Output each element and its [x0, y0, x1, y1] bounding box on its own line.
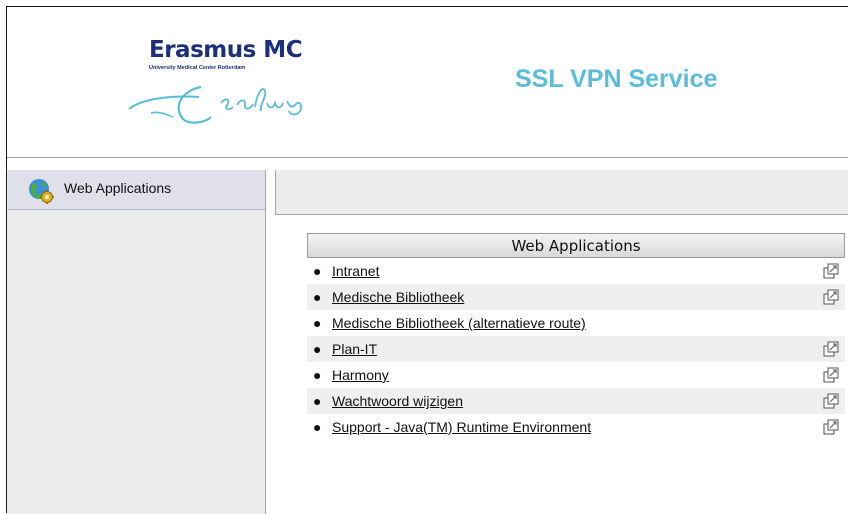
bullet: ● — [313, 341, 322, 357]
signature-logo-mark — [128, 85, 302, 124]
open-new-window-icon[interactable] — [823, 341, 839, 357]
erasmus-logo: Erasmus MC University Medical Center Rot… — [128, 37, 349, 127]
app-row-medische-bibliotheek: ● Medische Bibliotheek — [307, 284, 845, 310]
bullet: ● — [313, 393, 322, 409]
app-row-plan-it: ● Plan-IT — [307, 336, 845, 362]
open-new-window-icon[interactable] — [823, 263, 839, 279]
intranet-link[interactable]: Intranet — [332, 258, 379, 284]
globe-gear-icon — [29, 179, 54, 204]
medische-bibliotheek-link[interactable]: Medische Bibliotheek — [332, 284, 464, 310]
logo-title: Erasmus MC — [149, 37, 303, 63]
app-row-harmony: ● Harmony — [307, 362, 845, 388]
bullet: ● — [313, 263, 322, 279]
plan-it-link[interactable]: Plan-IT — [332, 336, 377, 362]
app-row-wachtwoord-wijzigen: ● Wachtwoord wijzigen — [307, 388, 845, 414]
sidebar-item-label: Web Applications — [64, 180, 172, 196]
app-row-support-java: ● Support - Java(TM) Runtime Environment — [307, 414, 845, 440]
header-divider — [7, 157, 848, 158]
header: Erasmus MC University Medical Center Rot… — [7, 7, 848, 157]
table-header: Web Applications — [307, 233, 845, 258]
wachtwoord-wijzigen-link[interactable]: Wachtwoord wijzigen — [332, 388, 463, 414]
content-toolbar — [275, 170, 848, 215]
open-new-window-icon[interactable] — [823, 419, 839, 435]
medische-bibliotheek-alternatief-link[interactable]: Medische Bibliotheek (alternatieve route… — [332, 310, 586, 336]
sidebar-item-web-applications[interactable]: Web Applications — [8, 170, 265, 210]
service-title: SSL VPN Service — [515, 65, 718, 93]
page-frame: Erasmus MC University Medical Center Rot… — [6, 6, 848, 514]
sidebar: Web Applications — [7, 170, 266, 514]
bullet: ● — [313, 419, 322, 435]
app-row-medische-bibliotheek-alternatief: ● Medische Bibliotheek (alternatieve rou… — [307, 310, 845, 336]
bullet: ● — [313, 315, 322, 331]
open-new-window-icon[interactable] — [823, 393, 839, 409]
logo-subtitle: University Medical Center Rotterdam — [149, 65, 246, 71]
bullet: ● — [313, 367, 322, 383]
harmony-link[interactable]: Harmony — [332, 362, 389, 388]
app-row-intranet: ● Intranet — [307, 258, 845, 284]
open-new-window-icon[interactable] — [823, 367, 839, 383]
bullet: ● — [313, 289, 322, 305]
support-java-link[interactable]: Support - Java(TM) Runtime Environment — [332, 414, 591, 440]
web-applications-table: Web Applications ● Intranet ● Medische B… — [307, 233, 845, 440]
open-new-window-icon[interactable] — [823, 289, 839, 305]
